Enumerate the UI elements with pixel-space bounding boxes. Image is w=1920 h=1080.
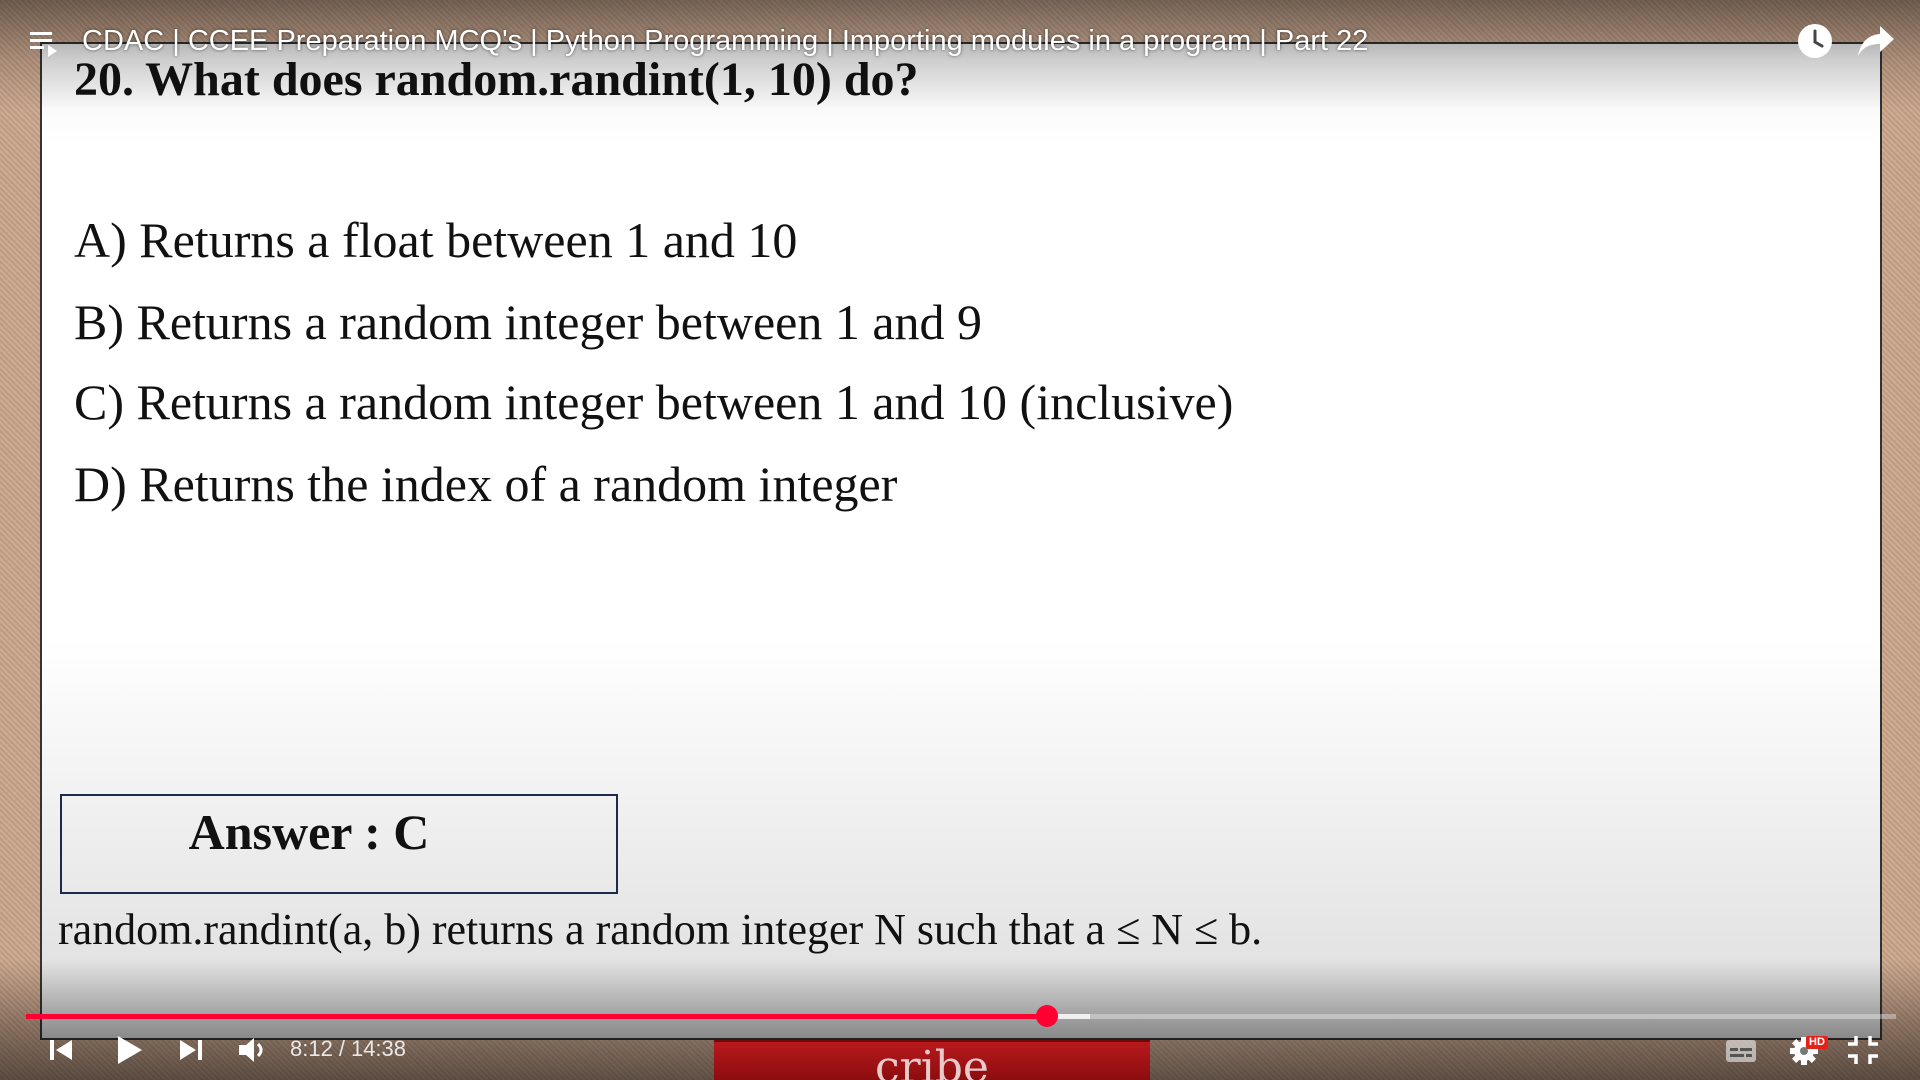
captions-icon[interactable]: [1724, 1032, 1758, 1068]
answer-box: Answer : C: [60, 794, 618, 894]
fullscreen-exit-icon[interactable]: [1846, 1032, 1880, 1068]
hd-quality-badge: HD: [1806, 1036, 1828, 1049]
volume-icon[interactable]: [236, 1032, 272, 1068]
play-icon[interactable]: [112, 1032, 146, 1068]
answer-text: Answer : C: [188, 804, 430, 860]
option-c: C) Returns a random integer between 1 an…: [74, 374, 1234, 430]
watch-later-icon[interactable]: [1796, 22, 1834, 60]
share-icon[interactable]: [1856, 22, 1896, 60]
option-b: B) Returns a random integer between 1 an…: [74, 294, 983, 350]
video-player[interactable]: 20. What does random.randint(1, 10) do? …: [0, 0, 1920, 1080]
video-title[interactable]: CDAC | CCEE Preparation MCQ's | Python P…: [82, 22, 1368, 60]
skip-previous-icon[interactable]: [46, 1032, 76, 1068]
subscribe-overlay-text: cribe: [875, 1042, 989, 1080]
progress-bar[interactable]: [26, 1005, 1896, 1027]
progress-played: [26, 1014, 1048, 1019]
option-d: D) Returns the index of a random integer: [74, 456, 898, 512]
answer-explanation: random.randint(a, b) returns a random in…: [58, 905, 1263, 954]
time-display: 8:12/14:38: [290, 1034, 406, 1064]
subscribe-overlay-banner[interactable]: cribe: [714, 1040, 1150, 1080]
current-time: 8:12: [290, 1036, 333, 1061]
progress-scrubber-handle[interactable]: [1036, 1005, 1059, 1027]
skip-next-icon[interactable]: [176, 1032, 206, 1068]
option-a: A) Returns a float between 1 and 10: [74, 212, 798, 268]
mcq-slide: 20. What does random.randint(1, 10) do? …: [40, 42, 1882, 1040]
playlist-icon[interactable]: [30, 30, 60, 58]
total-time: 14:38: [350, 1036, 407, 1061]
time-separator: /: [338, 1036, 345, 1061]
